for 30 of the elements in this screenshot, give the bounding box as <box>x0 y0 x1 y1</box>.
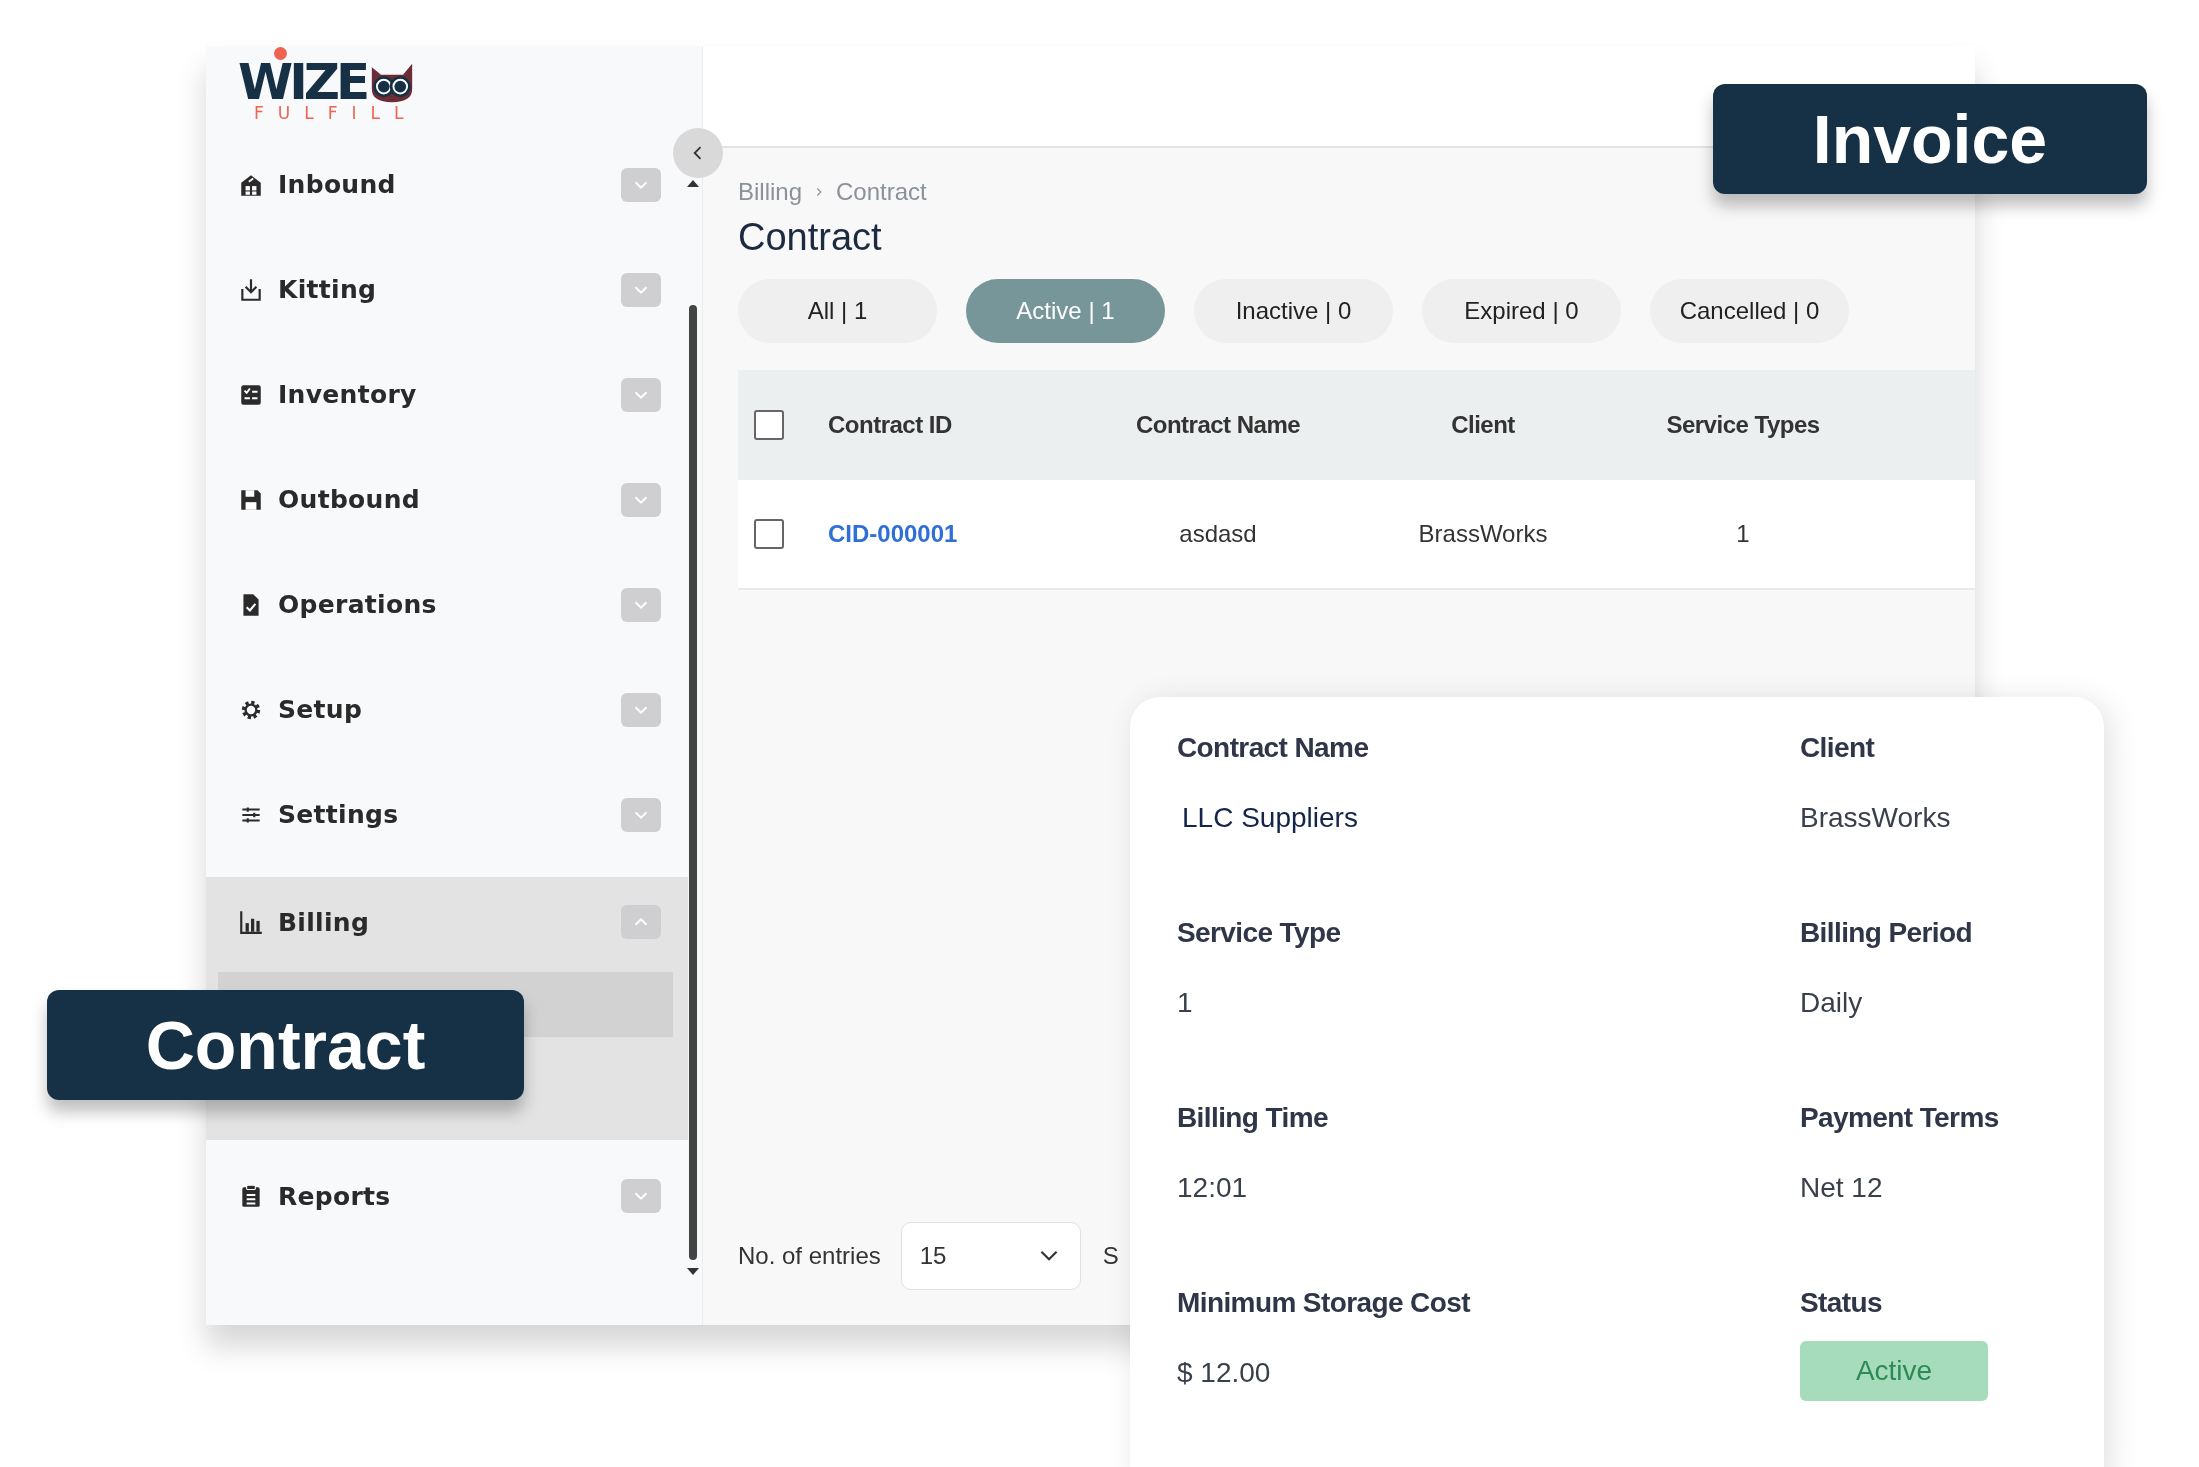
column-header: Contract Name <box>1134 411 1302 439</box>
field-label: Billing Period <box>1800 917 1973 949</box>
entries-label: No. of entries <box>738 1242 881 1270</box>
field-value: 12:01 <box>1177 1172 1248 1204</box>
footer-text: S <box>1102 1242 1119 1270</box>
field-value: BrassWorks <box>1800 802 1951 834</box>
field-label: Client <box>1800 732 1875 764</box>
field-label: Payment Terms <box>1800 1102 1999 1134</box>
field-value: Net 12 <box>1800 1172 1883 1204</box>
logo-wordmark: WIZE <box>238 60 367 104</box>
field-value: Daily <box>1800 987 1863 1019</box>
field-value: $ 12.00 <box>1177 1357 1271 1389</box>
logo-tagline: FULFILL <box>254 104 418 122</box>
field-label: Minimum Storage Cost <box>1177 1287 1470 1319</box>
field-value: 1 <box>1177 987 1193 1019</box>
field-label: Service Type <box>1177 917 1341 949</box>
field-label: Billing Time <box>1177 1102 1328 1134</box>
field-label: Contract Name <box>1177 732 1369 764</box>
column-header: Contract ID <box>828 411 953 439</box>
status-badge: Active <box>1800 1341 1988 1401</box>
column-header: Service Types <box>1665 411 1821 439</box>
table-cell-text: asdasd <box>1178 520 1258 548</box>
field-label: Status <box>1800 1287 1882 1319</box>
table-cell-text: BrassWorks <box>1417 520 1549 548</box>
field-value: LLC Suppliers <box>1182 802 1358 834</box>
callout-tooltip: Contract <box>47 990 524 1100</box>
table-cell-text: 1 <box>1735 520 1751 548</box>
column-header: Client <box>1450 411 1516 439</box>
page-title: Contract <box>738 216 883 259</box>
callout-tooltip: Invoice <box>1713 84 2147 194</box>
